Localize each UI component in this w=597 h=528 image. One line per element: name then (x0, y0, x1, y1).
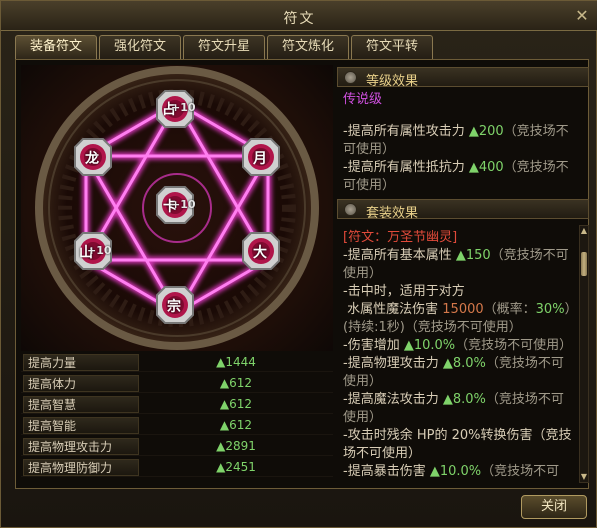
rune-glyph: 龙 (85, 151, 99, 167)
collapse-icon[interactable] (344, 203, 357, 216)
stat-value: ▲2891 (216, 439, 256, 453)
set-name: [符文：万圣节幽灵] (343, 230, 458, 245)
rune-level: +10 (171, 101, 196, 114)
set-effect-line: 水属性魔法伤害 15000（概率：30%）(持续:1秒)（竞技场不可使用） (343, 302, 572, 335)
stat-value: ▲612 (219, 376, 253, 390)
stat-name: 提高物理攻击力 (23, 438, 139, 455)
rune-glyph: 宗 (167, 299, 181, 315)
set-effect-header: 套装效果 (337, 199, 589, 221)
rune-level: +10 (171, 198, 196, 211)
title-bar[interactable]: 符文 ✕ (1, 1, 597, 31)
level-effect-header: 等级效果 (337, 67, 589, 89)
set-effect-viewport: [符文：万圣节幽灵] -提高所有基本属性 ▲150（竞技场不可使用） -击中时，… (337, 221, 579, 483)
rune-glyph: 月 (253, 151, 267, 167)
stat-row: 提高力量 ▲1444 (21, 353, 333, 372)
level-effect-line: -提高所有属性抵抗力 ▲400（竞技场不可使用） (343, 160, 569, 193)
stat-name: 提高智慧 (23, 396, 139, 413)
tab-rune-transfer[interactable]: 符文平转 (351, 35, 433, 59)
stats-list: 提高力量 ▲1444 提高体力 ▲612 提高智慧 ▲612 提高智能 ▲612… (21, 353, 333, 481)
stat-value: ▲612 (219, 397, 253, 411)
set-effect-line: -提高物理攻击力 ▲8.0%（竞技场不可使用） (343, 356, 564, 389)
set-effect-line: -提高所有基本属性 ▲150（竞技场不可使用） (343, 248, 569, 281)
level-effect-line: -提高所有属性攻击力 ▲200（竞技场不可使用） (343, 124, 569, 157)
rune-slot-upper-right[interactable]: 月 (241, 137, 281, 177)
rune-slot-top[interactable]: 占 +10 (155, 89, 196, 129)
stat-value: ▲1444 (216, 355, 256, 369)
rune-window: 符文 ✕ 装备符文 强化符文 符文升星 符文炼化 符文平转 占 +10 龙 月 … (0, 0, 597, 528)
stat-row: 提高智慧 ▲612 (21, 395, 333, 414)
rune-circle-area: 占 +10 龙 月 卡 +10 山 +10 大 宗 (21, 65, 333, 351)
set-effect-scrollbar[interactable]: ▲ ▼ (579, 225, 589, 483)
set-effect-line: -击中时，适用于对方 (343, 284, 465, 299)
stat-row: 提高物理防御力 ▲2451 (21, 458, 333, 477)
scroll-thumb[interactable] (581, 252, 587, 276)
set-effect-line: -提高魔法攻击力 ▲8.0%（竞技场不可使用） (343, 392, 564, 425)
rune-slot-lower-right[interactable]: 大 (241, 231, 281, 271)
stat-name: 提高力量 (23, 354, 139, 371)
scroll-down-icon[interactable]: ▼ (580, 472, 588, 482)
set-effect-body: [符文：万圣节幽灵] -提高所有基本属性 ▲150（竞技场不可使用） -击中时，… (343, 229, 575, 481)
stat-row: 提高体力 ▲612 (21, 374, 333, 393)
scroll-up-icon[interactable]: ▲ (580, 226, 588, 236)
stat-name: 提高物理防御力 (23, 459, 139, 476)
close-button[interactable]: 关闭 (521, 495, 587, 519)
set-effect-title: 套装效果 (366, 206, 419, 221)
rune-slot-center[interactable]: 卡 +10 (155, 185, 196, 225)
close-icon[interactable]: ✕ (572, 6, 592, 26)
window-title: 符文 (283, 11, 316, 27)
tab-enhance-rune[interactable]: 强化符文 (99, 35, 181, 59)
set-effect-line: -攻击时残余 HP的 20%转换伤害（竞技场不可使用） (343, 428, 572, 461)
level-effect-body: 传说级 -提高所有属性攻击力 ▲200（竞技场不可使用） -提高所有属性抵抗力 … (343, 91, 575, 195)
stat-row: 提高物理攻击力 ▲2891 (21, 437, 333, 456)
set-effect-line: -提高暴击伤害 ▲10.0%（竞技场不可 (343, 464, 560, 479)
stat-name: 提高体力 (23, 375, 139, 392)
stat-name: 提高智能 (23, 417, 139, 434)
rune-grade: 传说级 (343, 92, 383, 107)
tab-rune-upgrade-star[interactable]: 符文升星 (183, 35, 265, 59)
rune-level: +10 (87, 244, 112, 257)
rune-slot-upper-left[interactable]: 龙 (73, 137, 113, 177)
tab-equip-rune[interactable]: 装备符文 (15, 35, 97, 59)
collapse-icon[interactable] (344, 71, 357, 84)
rune-slot-lower-left[interactable]: 山 +10 (73, 231, 113, 271)
rune-slot-bottom[interactable]: 宗 (155, 285, 195, 325)
rune-glyph: 大 (253, 245, 267, 261)
tab-rune-refine[interactable]: 符文炼化 (267, 35, 349, 59)
set-effect-line: -伤害增加 ▲10.0%（竞技场不可使用） (343, 338, 573, 353)
level-effect-title: 等级效果 (366, 74, 419, 89)
stat-value: ▲612 (219, 418, 253, 432)
stat-value: ▲2451 (216, 460, 256, 474)
stat-row: 提高智能 ▲612 (21, 416, 333, 435)
